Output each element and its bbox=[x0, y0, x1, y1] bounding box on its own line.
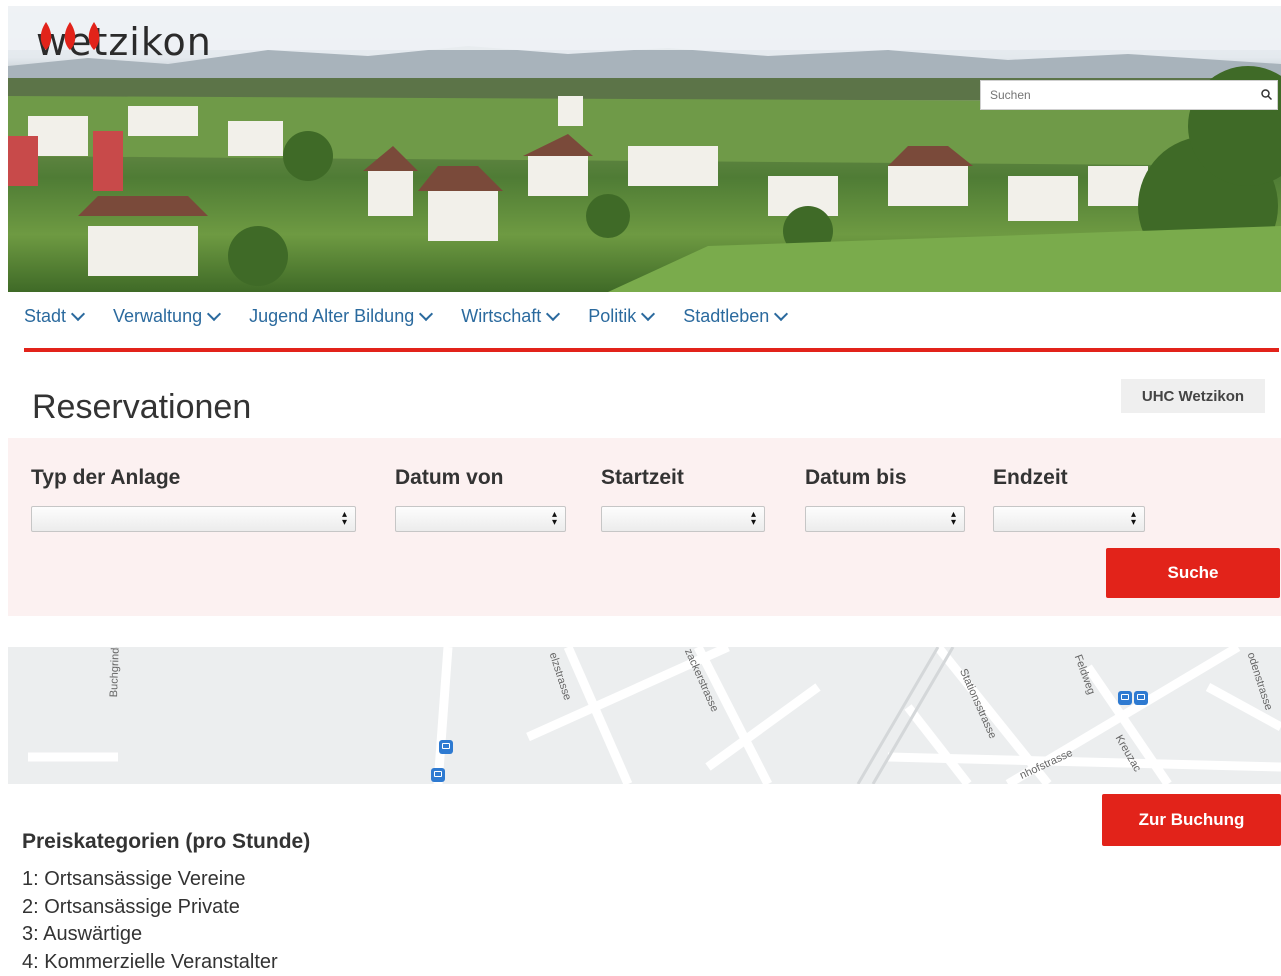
start-time-select[interactable]: ▴▾ bbox=[601, 506, 765, 532]
nav-item-jugend-alter-bildung[interactable]: Jugend Alter Bildung bbox=[249, 306, 431, 327]
booking-button[interactable]: Zur Buchung bbox=[1102, 794, 1281, 846]
nav-item-wirtschaft[interactable]: Wirtschaft bbox=[461, 306, 558, 327]
nav-item-stadt[interactable]: Stadt bbox=[24, 306, 83, 327]
select-arrows-icon: ▴▾ bbox=[1131, 511, 1136, 527]
field-date-from: Datum von ▴▾ bbox=[395, 466, 566, 532]
list-item: 2: Ortsansässige Private bbox=[22, 894, 278, 922]
nav-item-label: Wirtschaft bbox=[461, 306, 541, 327]
header-banner: wetzikon bbox=[8, 6, 1281, 292]
site-logo[interactable]: wetzikon bbox=[36, 20, 230, 64]
type-label: Typ der Anlage bbox=[31, 466, 356, 490]
type-select[interactable]: ▴▾ bbox=[31, 506, 356, 532]
page-title: Reservationen bbox=[32, 388, 251, 427]
nav-item-stadtleben[interactable]: Stadtleben bbox=[683, 306, 786, 327]
date-to-select[interactable]: ▴▾ bbox=[805, 506, 965, 532]
search-icon[interactable] bbox=[1255, 88, 1277, 103]
price-categories-heading: Preiskategorien (pro Stunde) bbox=[22, 830, 310, 854]
nav-item-label: Politik bbox=[588, 306, 636, 327]
location-map[interactable]: Buchgrindelstras elzstrasse zackerstrass… bbox=[8, 647, 1281, 784]
map-roads bbox=[8, 647, 1281, 784]
nav-item-verwaltung[interactable]: Verwaltung bbox=[113, 306, 219, 327]
chevron-down-icon bbox=[546, 306, 560, 320]
select-arrows-icon: ▴▾ bbox=[751, 511, 756, 527]
nav-divider bbox=[24, 348, 1279, 352]
end-time-label: Endzeit bbox=[993, 466, 1145, 490]
chevron-down-icon bbox=[774, 306, 788, 320]
club-badge[interactable]: UHC Wetzikon bbox=[1121, 379, 1265, 413]
date-to-label: Datum bis bbox=[805, 466, 965, 490]
price-categories-list: 1: Ortsansässige Vereine 2: Ortsansässig… bbox=[22, 866, 278, 976]
list-item: 3: Auswärtige bbox=[22, 921, 278, 949]
field-date-to: Datum bis ▴▾ bbox=[805, 466, 965, 532]
nav-item-politik[interactable]: Politik bbox=[588, 306, 653, 327]
nav-item-label: Verwaltung bbox=[113, 306, 202, 327]
nav-item-label: Stadtleben bbox=[683, 306, 769, 327]
site-search[interactable] bbox=[980, 80, 1278, 110]
chevron-down-icon bbox=[419, 306, 433, 320]
field-type: Typ der Anlage ▴▾ bbox=[31, 466, 356, 532]
nav-item-label: Stadt bbox=[24, 306, 66, 327]
nav-item-label: Jugend Alter Bildung bbox=[249, 306, 414, 327]
select-arrows-icon: ▴▾ bbox=[552, 511, 557, 527]
bus-stop-icon[interactable] bbox=[431, 768, 445, 782]
reservation-filter-panel: Typ der Anlage ▴▾ Datum von ▴▾ Startzeit… bbox=[8, 438, 1281, 616]
select-arrows-icon: ▴▾ bbox=[342, 511, 347, 527]
chevron-down-icon bbox=[207, 306, 221, 320]
search-button[interactable]: Suche bbox=[1106, 548, 1280, 598]
chevron-down-icon bbox=[641, 306, 655, 320]
field-start-time: Startzeit ▴▾ bbox=[601, 466, 765, 532]
date-from-label: Datum von bbox=[395, 466, 566, 490]
bus-stop-icon[interactable] bbox=[1118, 691, 1132, 705]
field-end-time: Endzeit ▴▾ bbox=[993, 466, 1145, 532]
end-time-select[interactable]: ▴▾ bbox=[993, 506, 1145, 532]
start-time-label: Startzeit bbox=[601, 466, 765, 490]
list-item: 4: Kommerzielle Veranstalter bbox=[22, 949, 278, 976]
chevron-down-icon bbox=[71, 306, 85, 320]
date-from-select[interactable]: ▴▾ bbox=[395, 506, 566, 532]
bus-stop-icon[interactable] bbox=[439, 740, 453, 754]
bus-stop-icon[interactable] bbox=[1134, 691, 1148, 705]
main-navigation: Stadt Verwaltung Jugend Alter Bildung Wi… bbox=[24, 306, 816, 327]
list-item: 1: Ortsansässige Vereine bbox=[22, 866, 278, 894]
select-arrows-icon: ▴▾ bbox=[951, 511, 956, 527]
search-input[interactable] bbox=[981, 81, 1255, 109]
